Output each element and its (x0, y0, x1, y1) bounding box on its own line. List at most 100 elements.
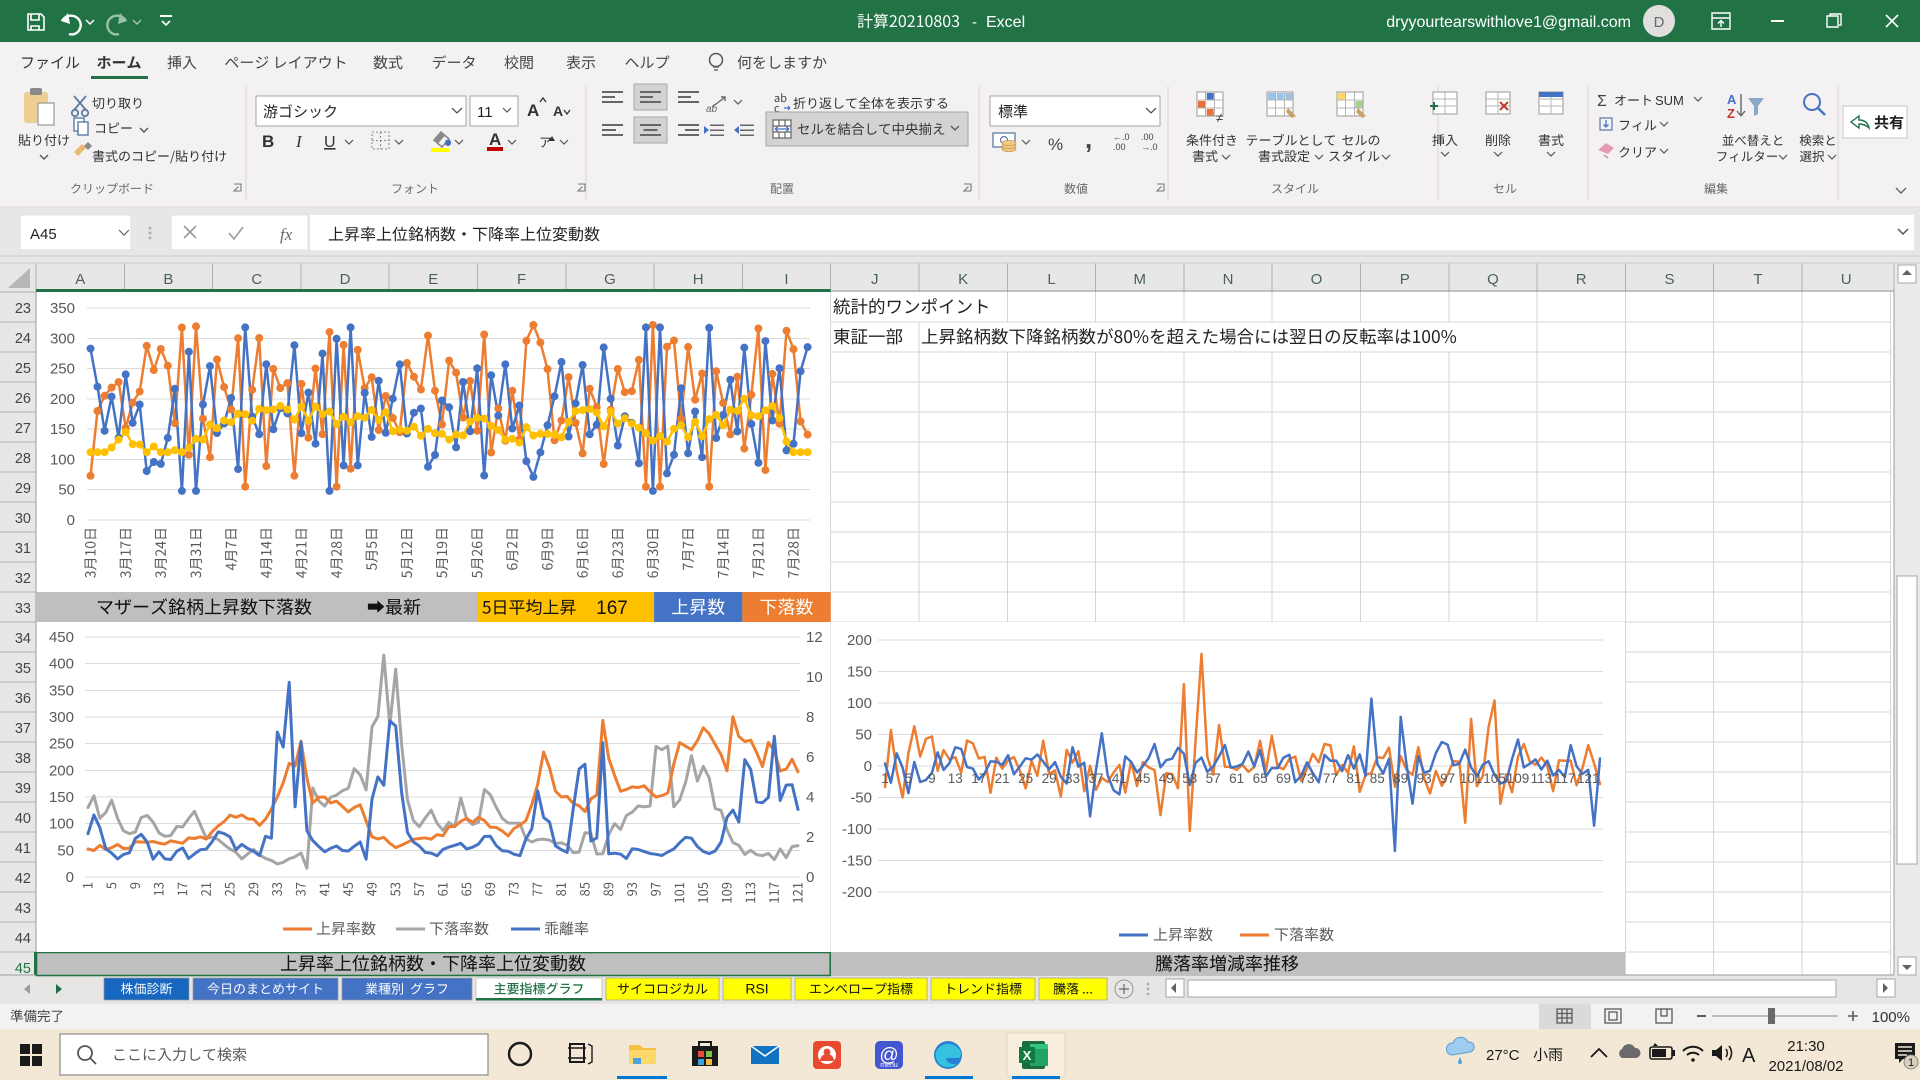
svg-text:30: 30 (15, 511, 31, 527)
svg-text:12: 12 (806, 629, 823, 646)
svg-text:C: C (251, 271, 262, 288)
svg-text:Z: Z (1727, 106, 1735, 121)
svg-text:.00: .00 (1113, 142, 1126, 152)
svg-text:≠: ≠ (1216, 110, 1223, 125)
svg-text:B: B (262, 132, 274, 151)
svg-text:117: 117 (1554, 771, 1576, 786)
svg-text:ab: ab (706, 104, 718, 115)
svg-text:23: 23 (15, 301, 31, 317)
svg-text:250: 250 (50, 361, 75, 378)
svg-text:1: 1 (1908, 1057, 1914, 1069)
svg-text:17: 17 (971, 771, 986, 786)
svg-text:D: D (340, 271, 351, 288)
svg-text:21:30: 21:30 (1787, 1038, 1825, 1055)
svg-text:8: 8 (806, 709, 814, 726)
svg-text:400: 400 (49, 656, 74, 673)
svg-text:SUM: SUM (1655, 93, 1684, 108)
svg-text:25: 25 (15, 361, 31, 377)
svg-text:109: 109 (1507, 771, 1530, 786)
svg-text:24: 24 (15, 331, 31, 347)
svg-text:97: 97 (1440, 771, 1455, 786)
svg-text:200: 200 (847, 632, 872, 649)
svg-text:50: 50 (57, 842, 74, 859)
svg-text:I: I (784, 271, 788, 288)
svg-text:350: 350 (49, 682, 74, 699)
svg-text:100%: 100% (1872, 1009, 1910, 1026)
svg-text:menu: menu (880, 1062, 898, 1069)
svg-text:150: 150 (50, 421, 75, 438)
svg-text:93: 93 (1417, 771, 1432, 786)
svg-text:200: 200 (50, 391, 75, 408)
svg-text:53: 53 (1182, 771, 1197, 786)
svg-text:Σ: Σ (1597, 93, 1607, 110)
svg-text:77: 77 (1323, 771, 1338, 786)
svg-text:37: 37 (1088, 771, 1103, 786)
svg-text:150: 150 (49, 789, 74, 806)
svg-text:101: 101 (1460, 771, 1483, 786)
svg-text:121: 121 (1577, 771, 1600, 786)
svg-text:Excel: Excel (986, 14, 1025, 31)
svg-text:D: D (1654, 14, 1665, 31)
svg-text:dryyourtearswithlove1@gmail.co: dryyourtearswithlove1@gmail.com (1386, 14, 1631, 31)
svg-text:200: 200 (49, 762, 74, 779)
svg-text:.00: .00 (1141, 132, 1154, 142)
svg-text:29: 29 (1042, 771, 1057, 786)
svg-text:P: P (1400, 271, 1410, 288)
svg-text:150: 150 (847, 664, 872, 681)
svg-text:42: 42 (15, 871, 31, 887)
svg-text:167: 167 (596, 598, 628, 619)
svg-text:S: S (1664, 271, 1674, 288)
svg-text:-50: -50 (850, 790, 872, 807)
svg-text:2: 2 (806, 829, 814, 846)
svg-text:A: A (1727, 92, 1737, 107)
svg-text:R: R (1576, 271, 1587, 288)
svg-text:34: 34 (15, 631, 31, 647)
svg-text:1: 1 (881, 771, 889, 786)
svg-text:27°C: 27°C (1486, 1047, 1520, 1064)
svg-text:-: - (972, 14, 977, 31)
svg-text:B: B (163, 271, 173, 288)
svg-text:21: 21 (995, 771, 1010, 786)
svg-text:36: 36 (15, 691, 31, 707)
svg-text:M: M (1134, 271, 1147, 288)
svg-text:28: 28 (15, 451, 31, 467)
svg-text:26: 26 (15, 391, 31, 407)
svg-text:J: J (871, 271, 879, 288)
svg-text:A: A (489, 130, 501, 149)
svg-text:50: 50 (58, 482, 75, 499)
svg-text:31: 31 (15, 541, 31, 557)
svg-text:K: K (958, 271, 968, 288)
svg-text:65: 65 (1253, 771, 1268, 786)
svg-text:37: 37 (15, 721, 31, 737)
svg-text:G: G (604, 271, 616, 288)
svg-text:38: 38 (15, 751, 31, 767)
svg-text:0: 0 (66, 869, 74, 886)
svg-text:45: 45 (1135, 771, 1150, 786)
svg-text:O: O (1311, 271, 1323, 288)
svg-text:0: 0 (67, 512, 75, 529)
svg-text:A: A (527, 101, 539, 120)
svg-text:A: A (1742, 1045, 1756, 1067)
svg-text:29: 29 (15, 481, 31, 497)
svg-text:350: 350 (50, 300, 75, 317)
svg-text:13: 13 (948, 771, 963, 786)
svg-text:57: 57 (1206, 771, 1221, 786)
svg-text:11: 11 (477, 104, 493, 121)
svg-text:%: % (1048, 135, 1063, 154)
svg-text:0: 0 (864, 758, 872, 775)
svg-text:32: 32 (15, 571, 31, 587)
svg-text:N: N (1223, 271, 1234, 288)
svg-text:250: 250 (49, 736, 74, 753)
svg-text:Q: Q (1487, 271, 1499, 288)
svg-text:X: X (1023, 1048, 1032, 1063)
svg-text:→.0: →.0 (1141, 142, 1158, 152)
svg-text:U: U (324, 134, 336, 151)
svg-text:41: 41 (15, 841, 31, 857)
svg-text:U: U (1841, 271, 1852, 288)
svg-text:300: 300 (49, 709, 74, 726)
svg-text:35: 35 (15, 661, 31, 677)
svg-text:450: 450 (49, 629, 74, 646)
svg-text:105: 105 (1483, 771, 1506, 786)
svg-text:9: 9 (928, 771, 936, 786)
svg-text:H: H (693, 271, 704, 288)
